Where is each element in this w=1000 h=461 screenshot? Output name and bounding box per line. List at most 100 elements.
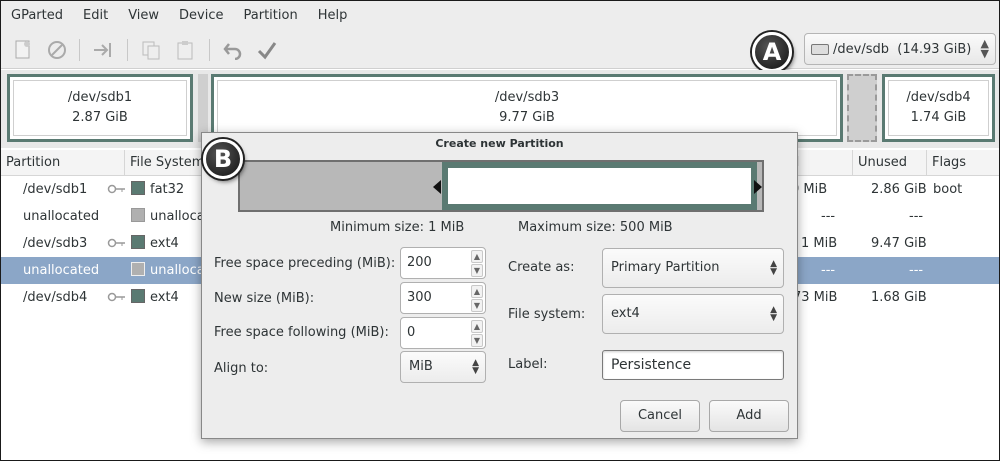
new-size-value: 300	[407, 290, 432, 305]
apply-icon[interactable]	[253, 37, 281, 63]
column-header-partition[interactable]: Partition	[1, 150, 125, 176]
max-size-label: Maximum size: 500 MiB	[518, 220, 673, 235]
paste-icon[interactable]	[171, 37, 199, 63]
spin-up-icon[interactable]: ▲	[471, 250, 483, 263]
filesystem-select[interactable]: ext4 ▲ ▼	[602, 294, 784, 334]
cancel-button[interactable]: Cancel	[620, 400, 700, 432]
spin-down-icon[interactable]: ▼	[471, 299, 483, 312]
lock-icon	[107, 230, 127, 257]
row-filesystem: unalloca	[150, 263, 205, 278]
filesystem-label: File system:	[508, 307, 586, 322]
row-filesystem: ext4	[150, 236, 179, 251]
row-unused: 9.47 GiB	[871, 236, 927, 251]
row-filesystem: ext4	[150, 290, 179, 305]
row-partition: /dev/sdb1	[23, 182, 88, 197]
row-used: 1 MiB	[801, 236, 838, 251]
free-following-label: Free space following (MiB):	[214, 325, 389, 340]
spin-up-icon[interactable]: ▲	[471, 285, 483, 298]
free-preceding-spinbox[interactable]: 200 ▲ ▼	[400, 247, 486, 279]
row-filesystem: fat32	[150, 182, 185, 197]
undo-icon[interactable]	[219, 37, 247, 63]
spin-down-icon[interactable]: ▼	[471, 264, 483, 277]
chevron-updown-icon: ▲ ▼	[770, 305, 777, 323]
toolbar-separator	[209, 39, 210, 61]
toolbar-separator	[79, 39, 80, 61]
lock-icon	[107, 284, 127, 311]
row-partition: /dev/sdb3	[23, 236, 88, 251]
menu-edit[interactable]: Edit	[73, 1, 118, 31]
spin-up-icon[interactable]: ▲	[471, 320, 483, 333]
new-size-label: New size (MiB):	[214, 291, 315, 306]
create-as-select[interactable]: Primary Partition ▲ ▼	[602, 248, 784, 288]
menu-device[interactable]: Device	[169, 1, 233, 31]
row-used: ---	[821, 209, 836, 224]
row-flags: boot	[933, 182, 963, 197]
disk-map-unallocated-2[interactable]	[847, 74, 877, 142]
menu-view[interactable]: View	[118, 1, 169, 31]
menu-partition[interactable]: Partition	[234, 1, 308, 31]
resize-move-icon[interactable]	[89, 37, 117, 63]
fs-color-swatch	[131, 235, 145, 249]
partition-label-input[interactable]: Persistence	[602, 350, 784, 380]
chevron-updown-icon: ▲ ▼	[472, 358, 479, 376]
disk-map-partition-sdb1[interactable]: /dev/sdb1 2.87 GiB	[7, 74, 193, 142]
new-partition-area[interactable]	[442, 162, 757, 210]
delete-icon[interactable]	[43, 37, 71, 63]
fs-color-swatch	[131, 181, 145, 195]
fs-color-swatch	[131, 208, 145, 222]
chevron-updown-icon: ▲ ▼	[770, 259, 777, 277]
align-to-label: Align to:	[214, 361, 269, 376]
row-unused: 2.86 GiB	[871, 182, 927, 197]
fs-color-swatch	[131, 289, 145, 303]
partition-label-label: Label:	[508, 357, 548, 372]
dialog-title: Create new Partition	[435, 137, 564, 150]
row-unused: ---	[909, 209, 924, 224]
partition-size: 2.87 GiB	[72, 110, 128, 125]
column-header-filesystem[interactable]: File System	[125, 150, 205, 176]
callout-badge-b: B	[203, 139, 243, 179]
new-icon[interactable]	[9, 37, 37, 63]
fs-color-swatch	[131, 262, 145, 276]
copy-icon[interactable]	[137, 37, 165, 63]
partition-name: /dev/sdb3	[494, 90, 560, 105]
disk-map-partition-sdb4[interactable]: /dev/sdb4 1.74 GiB	[882, 74, 995, 142]
drive-icon	[811, 44, 829, 55]
free-following-spinbox[interactable]: 0 ▲ ▼	[400, 317, 486, 349]
row-used: 73 MiB	[793, 290, 838, 305]
create-as-label: Create as:	[508, 260, 575, 275]
new-size-spinbox[interactable]: 300 ▲ ▼	[400, 282, 486, 314]
partition-size-graphic[interactable]	[238, 160, 764, 212]
callout-badge-a: A	[752, 32, 792, 72]
menu-gparted[interactable]: GParted	[1, 1, 73, 31]
create-as-value: Primary Partition	[611, 260, 720, 275]
menu-help[interactable]: Help	[308, 1, 358, 31]
row-partition: /dev/sdb4	[23, 290, 88, 305]
filesystem-value: ext4	[611, 306, 640, 321]
resize-handle-left-icon[interactable]	[433, 180, 441, 194]
free-preceding-label: Free space preceding (MiB):	[214, 256, 396, 271]
row-unused: ---	[909, 263, 924, 278]
device-selector-value: /dev/sdb (14.93 GiB)	[833, 41, 972, 57]
align-to-value: MiB	[409, 359, 433, 374]
row-filesystem: unalloca	[150, 209, 205, 224]
column-header-flags[interactable]: Flags	[927, 150, 999, 176]
partition-name: /dev/sdb1	[67, 90, 133, 105]
partition-size: 1.74 GiB	[910, 110, 967, 125]
toolbar-separator	[127, 39, 128, 61]
add-button[interactable]: Add	[709, 400, 789, 432]
row-partition: unallocated	[23, 263, 100, 278]
align-to-select[interactable]: MiB ▲ ▼	[400, 351, 486, 383]
column-header-used[interactable]: d	[791, 150, 853, 176]
row-partition: unallocated	[23, 209, 100, 224]
chevron-updown-icon: ▲ ▼	[980, 37, 989, 60]
lock-icon	[107, 176, 127, 203]
spin-down-icon[interactable]: ▼	[471, 334, 483, 347]
partition-name: /dev/sdb4	[906, 90, 971, 105]
free-following-value: 0	[407, 325, 416, 340]
resize-handle-right-icon[interactable]	[754, 180, 762, 194]
partition-size: 9.77 GiB	[499, 110, 555, 125]
column-header-unused[interactable]: Unused	[853, 150, 927, 176]
device-selector[interactable]: /dev/sdb (14.93 GiB) ▲ ▼	[804, 33, 996, 65]
min-size-label: Minimum size: 1 MiB	[330, 220, 465, 235]
free-preceding-value: 200	[407, 255, 432, 270]
